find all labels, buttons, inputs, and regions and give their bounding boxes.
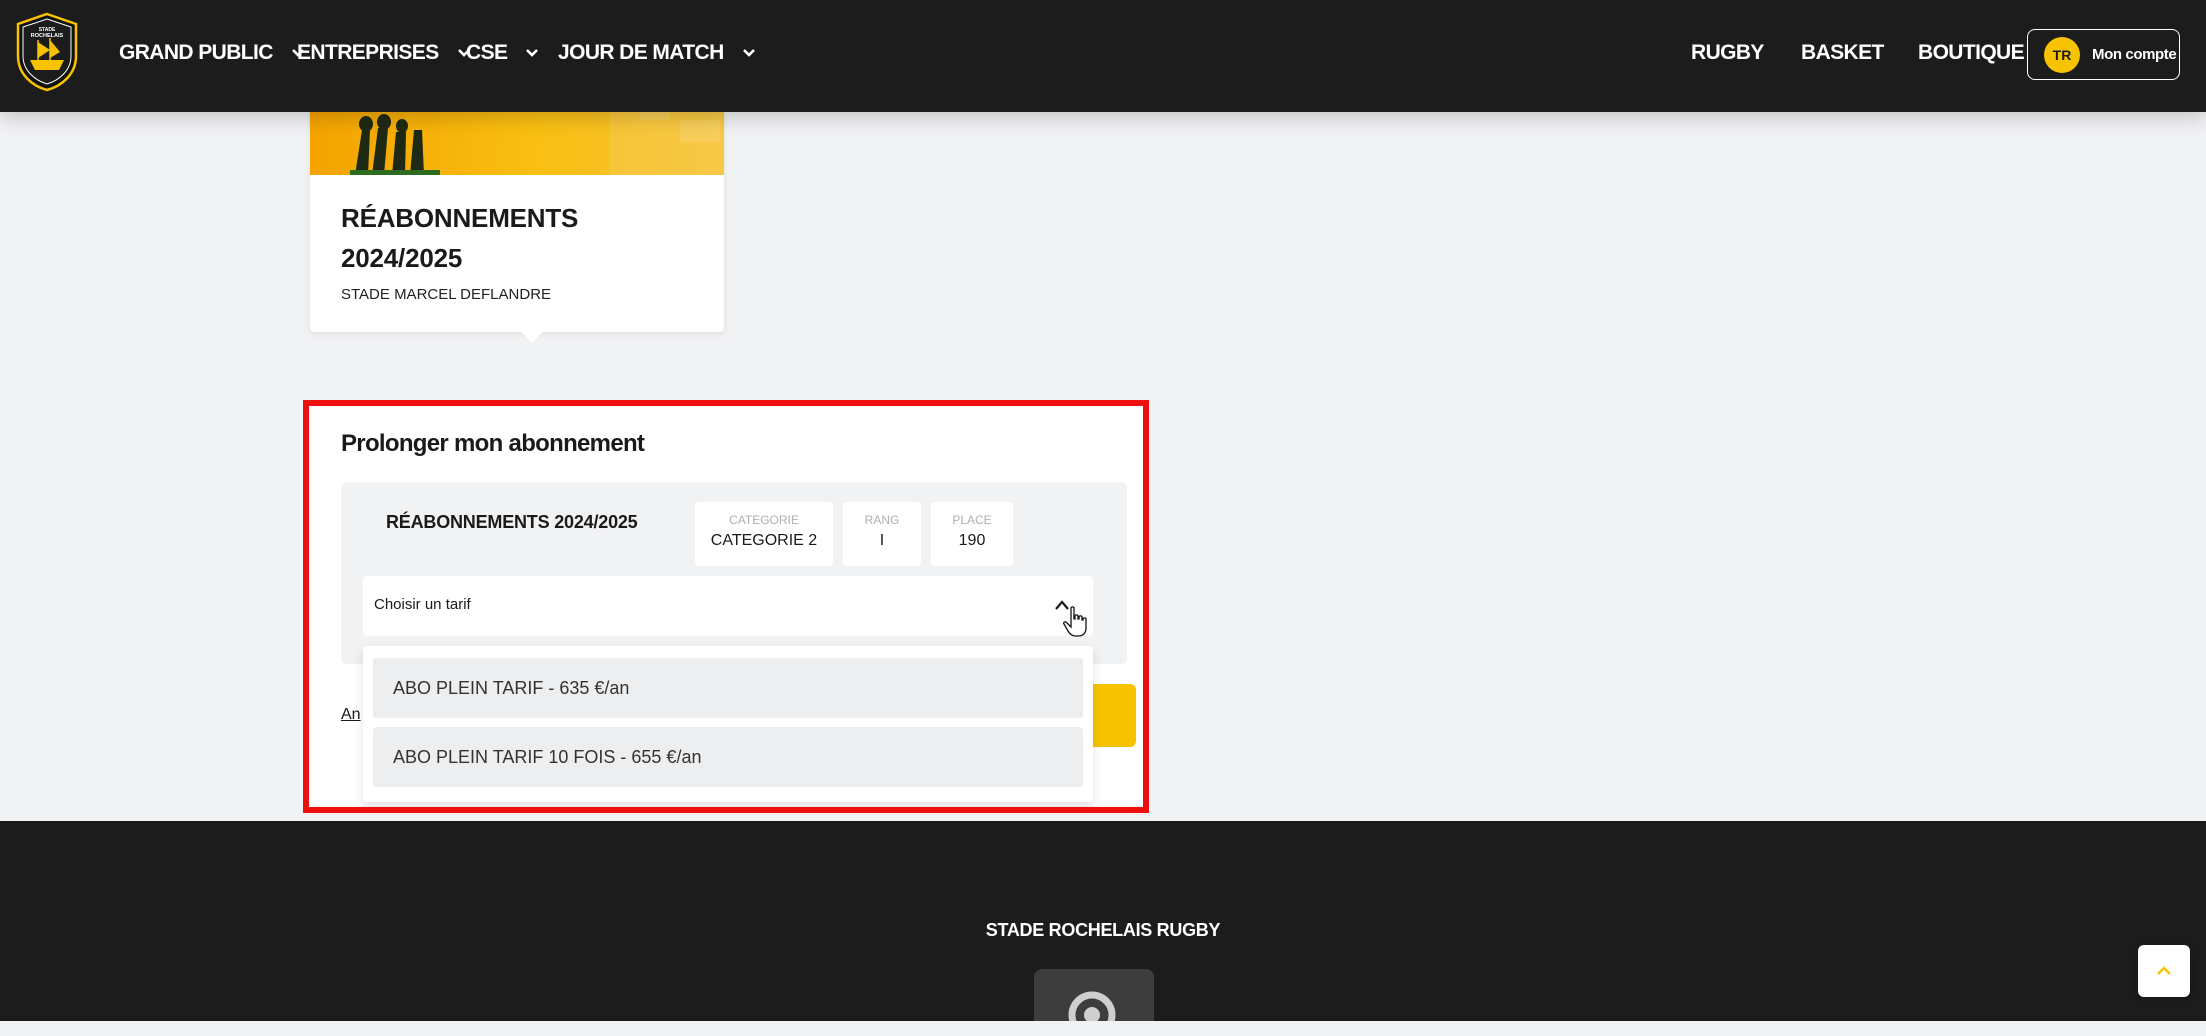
nav-label: JOUR DE MATCH [558,41,724,64]
nav-entreprises[interactable]: ENTREPRISES [297,38,471,68]
subscription-name: RÉABONNEMENTS 2024/2025 [386,512,638,532]
stade-rochelais-logo[interactable]: STADE ROCHELAIS [14,12,80,92]
info-rang: RANG I [843,502,921,566]
link-rugby[interactable]: RUGBY [1691,38,1764,68]
logo-text-line-2: ROCHELAIS [31,33,64,39]
subscription-card[interactable]: RÉABONNEMENTS 2024/2025 STADE MARCEL DEF… [310,90,724,332]
tarif-select[interactable]: Choisir un tarif [363,576,1093,636]
nav-label: CSE [466,41,508,64]
info-label: CATEGORIE [729,513,799,527]
card-venue: STADE MARCEL DEFLANDRE [341,286,552,303]
tarif-option[interactable]: ABO PLEIN TARIF 10 FOIS - 655 €/an [373,727,1083,787]
chevron-up-icon [2157,966,2171,975]
tarif-select-placeholder: Choisir un tarif [374,596,471,613]
account-button[interactable]: TR Mon compte [2027,29,2180,80]
link-label: BASKET [1801,41,1884,64]
info-place: PLACE 190 [931,502,1013,566]
chevron-down-icon [526,49,539,57]
footer-club-logo[interactable] [1034,969,1154,1021]
card-title: RÉABONNEMENTS 2024/2025 [341,203,579,273]
nav-label: ENTREPRISES [297,41,439,64]
footer-title: STADE ROCHELAIS RUGBY [985,920,1221,940]
page-bottom-strip [0,1021,2206,1036]
hand-cursor-icon [1063,606,1087,637]
info-label: RANG [864,513,900,527]
link-boutique[interactable]: BOUTIQUE [1918,38,2025,68]
link-basket[interactable]: BASKET [1801,38,1884,68]
nav-jour-de-match[interactable]: JOUR DE MATCH [558,38,756,68]
cancel-link[interactable]: An [341,706,361,724]
tarif-dropdown: ABO PLEIN TARIF - 635 €/an ABO PLEIN TAR… [363,646,1093,802]
nav-cse[interactable]: CSE [466,38,539,68]
info-value: 190 [958,532,986,549]
tarif-option[interactable]: ABO PLEIN TARIF - 635 €/an [373,658,1083,718]
subscription-details: RÉABONNEMENTS 2024/2025 CATEGORIE CATEGO… [341,482,1127,664]
avatar: TR [2044,36,2080,73]
info-value: CATEGORIE 2 [710,532,818,549]
info-label: PLACE [952,513,992,527]
nav-grand-public[interactable]: GRAND PUBLIC [119,38,305,68]
chevron-down-icon [742,49,755,57]
nav-label: GRAND PUBLIC [119,41,273,64]
scroll-to-top-button[interactable] [2138,945,2190,997]
site-footer: STADE ROCHELAIS RUGBY [0,821,2206,1021]
panel-title: Prolonger mon abonnement [341,430,645,457]
renewal-panel: Prolonger mon abonnement RÉABONNEMENTS 2… [310,406,1148,806]
info-value: I [879,532,885,549]
site-header: STADE ROCHELAIS GRAND PUBLIC ENTREPRISES… [0,0,2206,112]
link-label: BOUTIQUE [1918,41,2025,64]
account-label: Mon compte [2092,46,2177,63]
card-pointer [520,331,544,343]
link-label: RUGBY [1691,41,1764,64]
info-categorie: CATEGORIE CATEGORIE 2 [695,502,833,566]
